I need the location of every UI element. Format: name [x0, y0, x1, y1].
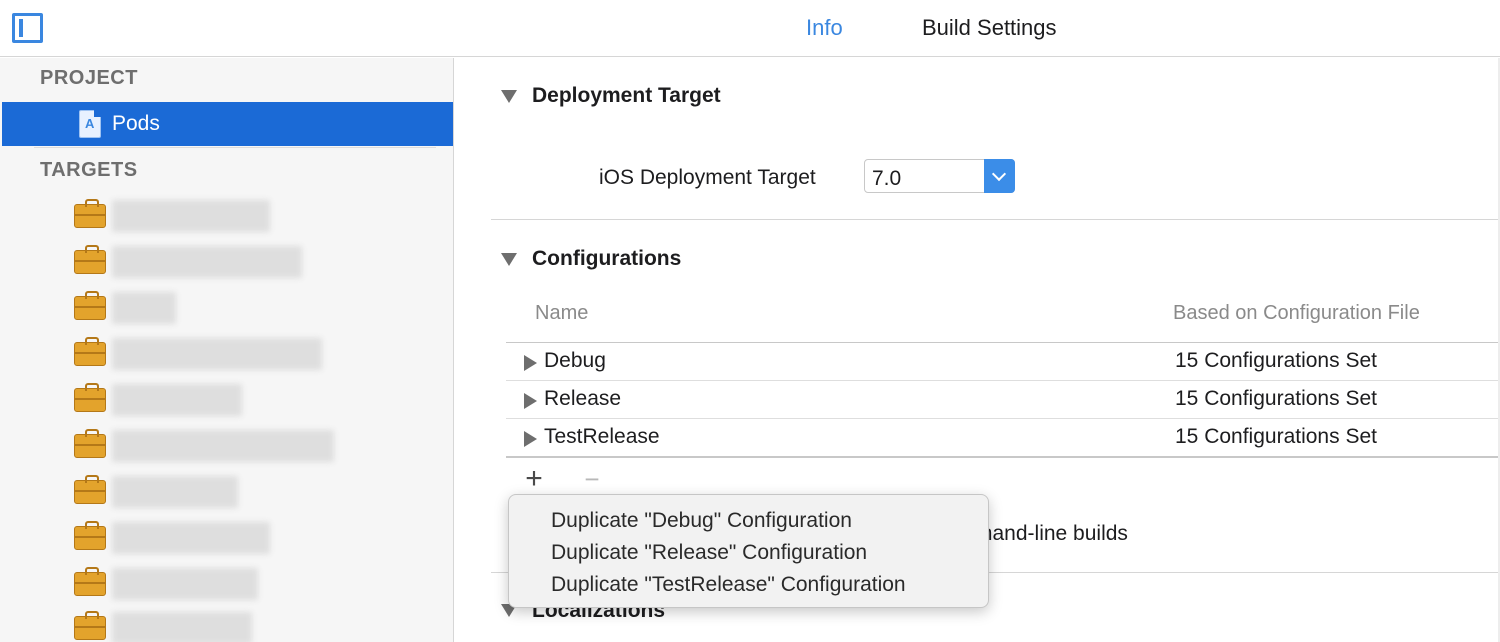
target-toolbox-icon [74, 475, 106, 504]
sidebar-item-target[interactable] [0, 516, 452, 562]
config-based-on: 15 Configurations Set [1175, 349, 1377, 372]
project-navigator-sidebar: PROJECT Pods TARGETS [0, 58, 454, 642]
section-divider [491, 219, 1500, 220]
sidebar-toggle-icon[interactable] [12, 13, 43, 43]
disclosure-right-icon[interactable] [524, 355, 537, 371]
target-toolbox-icon [74, 245, 106, 274]
configurations-title: Configurations [532, 247, 682, 270]
target-toolbox-icon [74, 291, 106, 320]
sidebar-item-target[interactable] [0, 562, 452, 608]
redacted-target-name [112, 292, 176, 324]
sidebar-item-target[interactable] [0, 378, 452, 424]
config-name: TestRelease [544, 425, 660, 448]
ios-deployment-target-popup[interactable]: 7.0 [864, 159, 1015, 193]
disclosure-right-icon[interactable] [524, 393, 537, 409]
add-configuration-menu: Duplicate "Debug" Configuration Duplicat… [508, 494, 989, 608]
menu-item-duplicate-testrelease[interactable]: Duplicate "TestRelease" Configuration [509, 569, 988, 601]
config-based-on: 15 Configurations Set [1175, 425, 1377, 448]
sidebar-item-target[interactable] [0, 606, 452, 642]
target-toolbox-icon [74, 429, 106, 458]
sidebar-item-target[interactable] [0, 332, 452, 378]
redacted-target-name [112, 612, 252, 642]
deployment-target-title: Deployment Target [532, 84, 721, 107]
config-based-on: 15 Configurations Set [1175, 387, 1377, 410]
tab-info[interactable]: Info [806, 15, 843, 41]
remove-configuration-button[interactable]: − [577, 464, 607, 494]
target-toolbox-icon [74, 199, 106, 228]
menu-item-duplicate-debug[interactable]: Duplicate "Debug" Configuration [509, 505, 988, 537]
popup-selected-value: 7.0 [872, 167, 902, 190]
disclosure-right-icon[interactable] [524, 431, 537, 447]
redacted-target-name [112, 568, 258, 600]
command-line-builds-text: mand-line builds [975, 522, 1128, 545]
xcode-project-icon [79, 110, 101, 138]
column-header-name[interactable]: Name [535, 302, 588, 325]
table-divider [506, 456, 1500, 458]
column-header-based-on[interactable]: Based on Configuration File [1173, 302, 1420, 325]
chevron-down-icon[interactable] [984, 159, 1015, 193]
redacted-target-name [112, 384, 242, 416]
redacted-target-name [112, 476, 238, 508]
table-row[interactable]: Release 15 Configurations Set [506, 381, 1500, 419]
redacted-target-name [112, 338, 322, 370]
targets-section-header: TARGETS [40, 159, 138, 181]
menu-item-duplicate-release[interactable]: Duplicate "Release" Configuration [509, 537, 988, 569]
table-row[interactable]: Debug 15 Configurations Set [506, 343, 1500, 381]
config-name: Release [544, 387, 622, 410]
sidebar-item-target[interactable] [0, 194, 452, 240]
editor-toolbar: Info Build Settings [0, 0, 1500, 57]
sidebar-item-target[interactable] [0, 286, 452, 332]
target-toolbox-icon [74, 383, 106, 412]
tab-build-settings[interactable]: Build Settings [922, 15, 1057, 41]
ios-deployment-target-label: iOS Deployment Target [599, 166, 816, 189]
target-toolbox-icon [74, 611, 106, 640]
redacted-target-name [112, 200, 270, 232]
sidebar-item-label: Pods [112, 112, 160, 135]
sidebar-divider [34, 147, 436, 148]
sidebar-item-pods[interactable]: Pods [2, 102, 453, 146]
sidebar-item-target[interactable] [0, 424, 452, 470]
target-toolbox-icon [74, 337, 106, 366]
target-toolbox-icon [74, 521, 106, 550]
redacted-target-name [112, 430, 334, 462]
redacted-target-name [112, 522, 270, 554]
config-name: Debug [544, 349, 606, 372]
sidebar-item-target[interactable] [0, 240, 452, 286]
redacted-target-name [112, 246, 302, 278]
sidebar-item-target[interactable] [0, 470, 452, 516]
table-row[interactable]: TestRelease 15 Configurations Set [506, 419, 1500, 457]
target-toolbox-icon [74, 567, 106, 596]
project-section-header: PROJECT [40, 67, 138, 89]
add-configuration-button[interactable]: + [519, 464, 549, 494]
disclosure-down-icon[interactable] [501, 90, 517, 103]
disclosure-down-icon[interactable] [501, 253, 517, 266]
